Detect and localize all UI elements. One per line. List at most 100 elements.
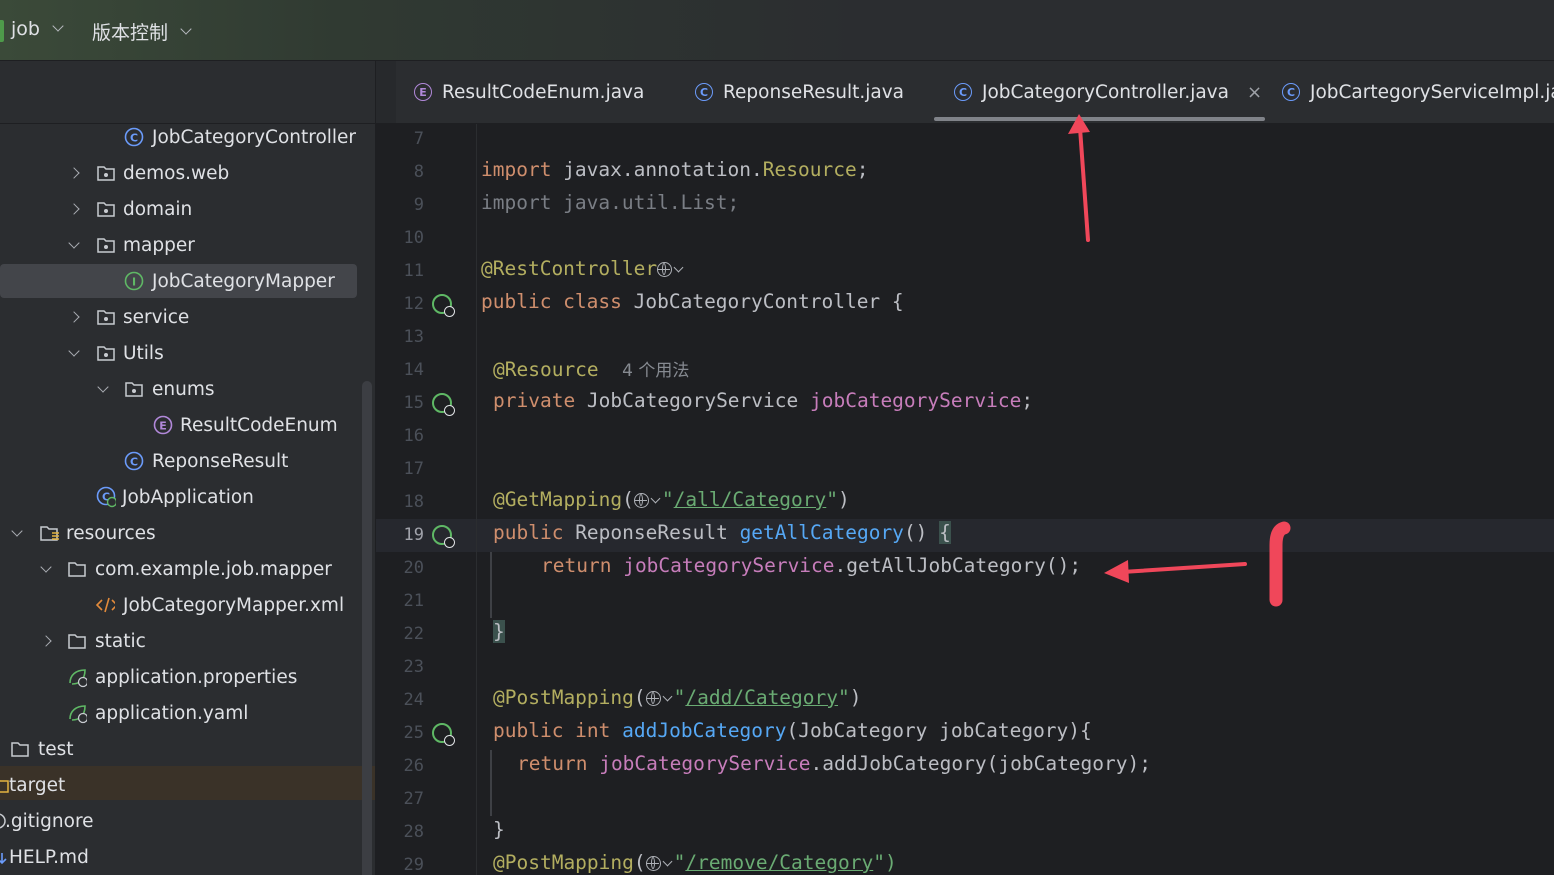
class-icon: C xyxy=(695,83,713,101)
line-number: 26 xyxy=(403,756,424,776)
tab-resultcodeenum[interactable]: E ResultCodeEnum.java xyxy=(414,61,644,123)
package-icon xyxy=(96,343,116,363)
code-line-12: public class JobCategoryController { xyxy=(481,290,904,313)
chevron-right-icon[interactable] xyxy=(40,635,52,647)
spring-app-icon: C xyxy=(96,486,116,508)
scope-guide xyxy=(490,750,492,816)
project-color-marker xyxy=(0,20,4,42)
tree-item-mapper[interactable]: mapper xyxy=(0,228,360,262)
editor-tab-bar: E ResultCodeEnum.java C ReponseResult.ja… xyxy=(376,61,1554,124)
chevron-down-icon xyxy=(673,262,684,273)
tree-item-resources[interactable]: resources xyxy=(0,516,360,550)
web-endpoint-icon[interactable] xyxy=(432,723,455,746)
tree-item-test[interactable]: test xyxy=(0,732,360,766)
globe-icon xyxy=(645,856,661,871)
line-number: 21 xyxy=(403,591,424,611)
line-number: 10 xyxy=(403,228,424,248)
enum-icon: E xyxy=(414,83,432,101)
vcs-menu-label: 版本控制 xyxy=(92,22,169,44)
code-line-11: @RestController xyxy=(481,257,685,280)
svg-text:I: I xyxy=(132,276,136,289)
usages-hint[interactable]: 4 个用法 xyxy=(622,361,689,381)
code-line-26: return jobCategoryService.addJobCategory… xyxy=(517,752,1151,775)
chevron-down-icon xyxy=(650,493,661,504)
line-number: 14 xyxy=(403,360,424,380)
chevron-down-icon[interactable] xyxy=(11,524,23,539)
tree-item-enums[interactable]: enums xyxy=(0,372,360,406)
chevron-right-icon[interactable] xyxy=(68,311,80,323)
project-scrollbar[interactable] xyxy=(362,381,372,875)
spring-config-icon xyxy=(67,667,87,688)
tree-item-domain[interactable]: domain xyxy=(0,192,360,226)
tree-item-static[interactable]: static xyxy=(0,624,360,658)
resources-folder-icon xyxy=(39,523,59,543)
tree-item-application-properties[interactable]: application.properties xyxy=(0,660,360,694)
project-menu[interactable]: job xyxy=(11,18,64,40)
tree-item-gitignore[interactable]: .gitignore xyxy=(0,804,360,838)
chevron-down-icon xyxy=(52,20,64,32)
tab-jobcartegoryserviceimpl[interactable]: C JobCartegoryServiceImpl.java xyxy=(1282,61,1554,123)
chevron-right-icon[interactable] xyxy=(68,167,80,179)
chevron-down-icon[interactable] xyxy=(68,236,80,251)
web-endpoint-icon[interactable] xyxy=(432,525,455,548)
spring-config-icon xyxy=(67,703,87,724)
tree-item-jobcategorycontroller[interactable]: C JobCategoryController xyxy=(0,120,360,154)
autowired-icon[interactable] xyxy=(432,393,455,416)
package-icon xyxy=(96,163,116,183)
tree-item-jobapplication[interactable]: C JobApplication xyxy=(0,480,360,514)
line-number: 7 xyxy=(413,129,424,149)
code-editor[interactable]: 7 8 9 10 11 12 13 14 15 16 17 18 19 20 2… xyxy=(376,124,1554,875)
markdown-icon xyxy=(0,847,8,867)
tree-item-utils[interactable]: Utils xyxy=(0,336,360,370)
close-icon[interactable]: × xyxy=(1247,82,1262,103)
svg-text:E: E xyxy=(159,420,167,433)
enum-icon: E xyxy=(153,415,173,435)
globe-icon xyxy=(633,493,649,508)
title-bar: job 版本控制 xyxy=(0,0,1554,61)
class-icon: C xyxy=(954,83,972,101)
tab-jobcategorycontroller[interactable]: C JobCategoryController.java × xyxy=(954,61,1262,123)
interface-icon: I xyxy=(124,271,144,291)
tree-item-resultcodeenum[interactable]: E ResultCodeEnum xyxy=(0,408,360,442)
tree-item-reponseresult[interactable]: C ReponseResult xyxy=(0,444,360,478)
line-number-current: 19 xyxy=(403,525,424,545)
project-name: job xyxy=(11,18,40,40)
class-icon: C xyxy=(1282,83,1300,101)
code-line-20: return jobCategoryService.getAllJobCateg… xyxy=(541,554,1082,577)
line-number: 23 xyxy=(403,657,424,677)
class-icon: C xyxy=(124,127,144,147)
chevron-down-icon[interactable] xyxy=(68,344,80,359)
svg-text:C: C xyxy=(130,132,138,145)
folder-icon xyxy=(10,739,30,759)
tree-item-application-yaml[interactable]: application.yaml xyxy=(0,696,360,730)
line-number: 17 xyxy=(403,459,424,479)
tab-reponseresult[interactable]: C ReponseResult.java xyxy=(695,61,904,123)
tree-item-target[interactable]: target xyxy=(0,768,360,802)
code-line-19: public ReponseResult getAllCategory() { xyxy=(493,521,951,544)
vcs-menu[interactable]: 版本控制 xyxy=(92,18,192,45)
package-icon xyxy=(124,379,144,399)
bean-icon[interactable] xyxy=(432,294,455,317)
tree-item-help-md[interactable]: HELP.md xyxy=(0,840,360,874)
code-line-29: @PostMapping("/remove/Category") xyxy=(493,851,897,874)
tree-item-com-example-job-mapper[interactable]: com.example.job.mapper xyxy=(0,552,360,586)
package-icon xyxy=(96,235,116,255)
chevron-right-icon[interactable] xyxy=(68,203,80,215)
folder-icon xyxy=(67,631,87,651)
tree-item-demos-web[interactable]: demos.web xyxy=(0,156,360,190)
code-line-24: @PostMapping("/add/Category") xyxy=(493,686,862,709)
line-number: 29 xyxy=(403,855,424,875)
tree-item-service[interactable]: service xyxy=(0,300,360,334)
tree-item-jobcategorymapper[interactable]: I JobCategoryMapper xyxy=(0,264,357,298)
chevron-down-icon xyxy=(180,22,192,35)
chevron-down-icon[interactable] xyxy=(40,560,52,575)
active-tab-indicator xyxy=(934,117,1265,121)
code-line-9: import java.util.List; xyxy=(481,191,740,214)
chevron-down-icon[interactable] xyxy=(97,380,109,395)
code-line-18: @GetMapping("/all/Category") xyxy=(493,488,850,511)
globe-icon xyxy=(645,691,661,706)
line-number: 28 xyxy=(403,822,424,842)
tree-item-jobcategorymapper-xml[interactable]: JobCategoryMapper.xml xyxy=(0,588,360,622)
package-icon xyxy=(96,307,116,327)
code-line-22: } xyxy=(493,620,505,643)
